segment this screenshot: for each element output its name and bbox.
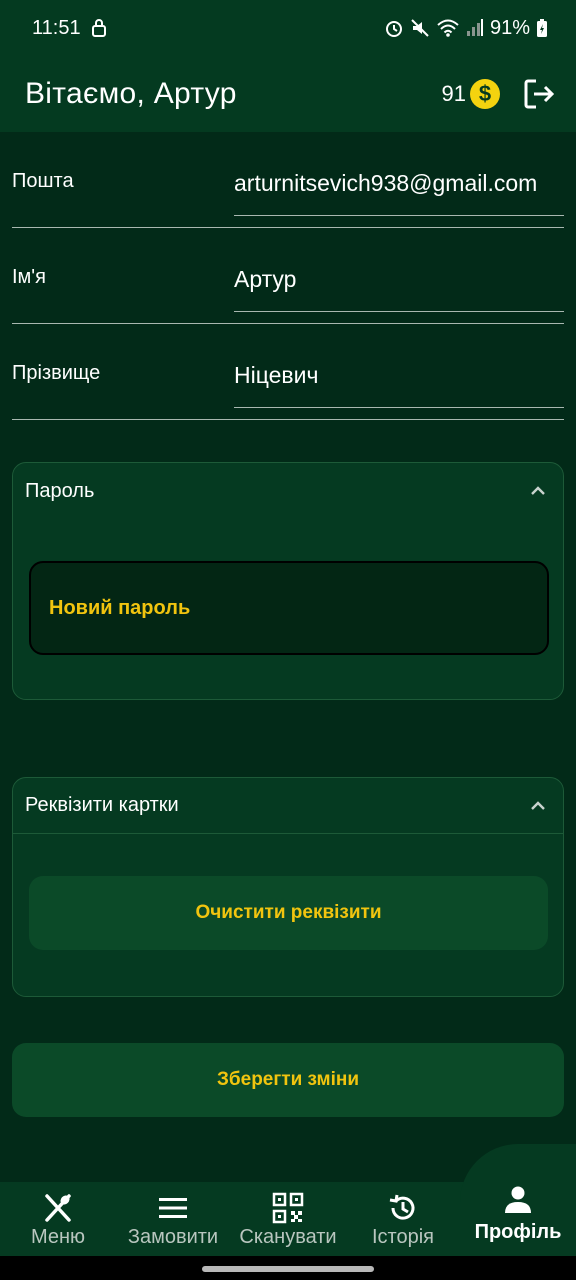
surname-row: Прізвище Ніцевич — [12, 324, 564, 420]
person-icon — [505, 1186, 531, 1213]
new-password-label: Новий пароль — [49, 596, 191, 619]
chevron-up-icon[interactable] — [529, 797, 547, 815]
home-gesture-bar[interactable] — [202, 1266, 374, 1272]
nav-label-scan: Сканувати — [239, 1226, 337, 1248]
coin-icon: $ — [470, 79, 500, 109]
lock-icon — [91, 19, 106, 37]
nav-item-menu[interactable]: Меню — [0, 1190, 116, 1256]
card-details-title: Реквізити картки — [25, 794, 179, 816]
fork-knife-icon — [45, 1194, 71, 1222]
mute-icon — [411, 19, 429, 37]
clear-card-button[interactable]: Очистити реквізити — [29, 876, 548, 950]
logout-icon[interactable] — [522, 77, 556, 111]
save-button[interactable]: Зберегти зміни — [12, 1043, 564, 1117]
email-field[interactable]: arturnitsevich938@gmail.com — [234, 158, 564, 216]
history-icon — [389, 1194, 415, 1220]
wifi-icon — [437, 19, 459, 37]
email-row: Пошта arturnitsevich938@gmail.com — [12, 132, 564, 228]
nav-label-order: Замовити — [127, 1226, 219, 1248]
page-title: Вітаємо, Артур — [25, 77, 237, 110]
alarm-icon — [385, 21, 402, 37]
password-card-header[interactable]: Пароль — [13, 463, 563, 519]
nav-label-menu: Меню — [30, 1226, 86, 1248]
surname-label: Прізвище — [12, 362, 101, 384]
app-bar: Вітаємо, Артур 91 $ — [0, 56, 576, 132]
balance-value: 91 — [441, 81, 466, 106]
name-field[interactable]: Артур — [234, 254, 564, 312]
surname-field[interactable]: Ніцевич — [234, 350, 564, 408]
battery-percent: 91% — [489, 16, 530, 39]
nav-item-order[interactable]: Замовити — [115, 1190, 231, 1256]
status-bar: 11:51 91% — [0, 0, 576, 56]
nav-label-history: Історія — [371, 1226, 434, 1248]
balance-display: 91 $ — [442, 79, 500, 109]
qr-code-icon — [272, 1192, 304, 1224]
name-label: Ім'я — [12, 266, 46, 288]
nav-item-history[interactable]: Історія — [345, 1190, 461, 1256]
new-password-field[interactable]: Новий пароль — [29, 561, 549, 655]
menu-lines-icon — [159, 1198, 187, 1218]
signal-icon — [466, 19, 483, 36]
password-card: Пароль Новий пароль — [12, 462, 564, 700]
battery-icon — [537, 19, 547, 37]
nav-item-scan[interactable]: Сканувати — [230, 1190, 346, 1256]
card-details-header[interactable]: Реквізити картки — [13, 778, 563, 834]
password-card-title: Пароль — [25, 479, 95, 502]
nav-label-profile: Профіль — [474, 1221, 562, 1243]
nav-item-profile[interactable]: Профіль — [460, 1178, 576, 1244]
email-label: Пошта — [12, 170, 74, 192]
chevron-up-icon[interactable] — [529, 482, 547, 500]
status-time: 11:51 — [32, 16, 81, 39]
name-row: Ім'я Артур — [12, 228, 564, 324]
